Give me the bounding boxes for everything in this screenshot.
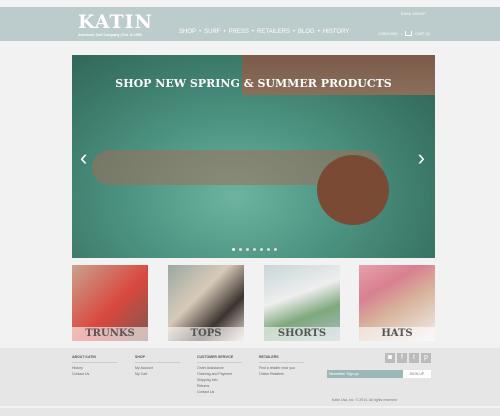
account-links: LOGIN/JOIN • CART (0) [378,31,430,36]
nav-blog[interactable]: BLOG [298,29,315,35]
footer-col-customer-service: CUSTOMER SERVICE Order Assistance Orderi… [197,354,242,395]
slide-dot[interactable] [246,248,249,251]
login-link[interactable]: LOGIN/JOIN [378,32,398,36]
footer-link[interactable]: My Cart [135,371,180,377]
footer-link[interactable]: Contact Us [197,389,242,395]
category-tops[interactable]: TOPS [168,265,244,341]
category-label: TOPS [168,327,244,341]
slide-dot[interactable] [274,248,277,251]
social-links: ◙ f t p [385,353,431,363]
footer: ABOUT KATIN History Contact Us SHOP My A… [0,348,500,406]
footer-heading: CUSTOMER SERVICE [197,354,242,363]
facebook-icon[interactable]: f [397,353,407,363]
cart-icon[interactable] [405,31,413,36]
main-nav: SHOP • SURF • PRESS • RETAILERS • BLOG • HIST… [179,29,350,35]
nav-surf[interactable]: SURF [204,29,220,35]
nav-history[interactable]: HISTORY [323,29,349,35]
slide-dot[interactable] [260,248,263,251]
category-trunks[interactable]: TRUNKS [72,265,148,341]
prev-slide-icon[interactable]: ‹ [80,145,87,171]
logo[interactable]: KATIN [78,11,153,33]
header: KATIN America's Surf Company | Est. in 1… [0,7,500,41]
footer-col-retailers: RETAILERS Find a retailer near you Onlin… [259,354,304,377]
footer-link[interactable]: Online Retailers [259,371,304,377]
footer-link[interactable]: Contact Us [72,371,117,377]
hero-title[interactable]: SHOP NEW SPRING & SUMMER PRODUCTS [72,77,435,90]
category-shorts[interactable]: SHORTS [264,265,340,341]
nav-press[interactable]: PRESS [229,29,249,35]
next-slide-icon[interactable]: › [418,145,425,171]
pinterest-icon[interactable]: p [421,353,431,363]
copyright: Katin Usa, Inc. © 2014. All rights reser… [332,398,397,402]
nav-retailers[interactable]: RETAILERS [257,29,290,35]
slide-indicators [232,248,277,251]
footer-heading: SHOP [135,354,180,363]
tagline: America's Surf Company | Est. in 1959 [78,33,142,37]
category-label: HATS [359,327,435,341]
footer-col-about: ABOUT KATIN History Contact Us [72,354,117,377]
nav-shop[interactable]: SHOP [179,29,196,35]
swimmer-head-image [317,155,389,225]
category-label: SHORTS [264,327,340,341]
signup-button[interactable]: SIGN UP [403,370,431,378]
cart-link[interactable]: CART (0) [415,32,430,36]
footer-heading: ABOUT KATIN [72,354,117,363]
email-signup-link[interactable]: EMAIL SIGNUP [401,12,426,16]
slide-dot[interactable] [232,248,235,251]
twitter-icon[interactable]: t [409,353,419,363]
category-label: TRUNKS [72,327,148,341]
newsletter-input[interactable]: Newsletter Sign-up [327,370,403,378]
hero-carousel[interactable]: SHOP NEW SPRING & SUMMER PRODUCTS ‹ › [72,55,435,258]
footer-col-shop: SHOP My Account My Cart [135,354,180,377]
footer-heading: RETAILERS [259,354,304,363]
bottom-bar [0,408,500,416]
category-hats[interactable]: HATS [359,265,435,341]
slide-dot[interactable] [267,248,270,251]
slide-dot[interactable] [239,248,242,251]
slide-dot[interactable] [253,248,256,251]
instagram-icon[interactable]: ◙ [385,353,395,363]
